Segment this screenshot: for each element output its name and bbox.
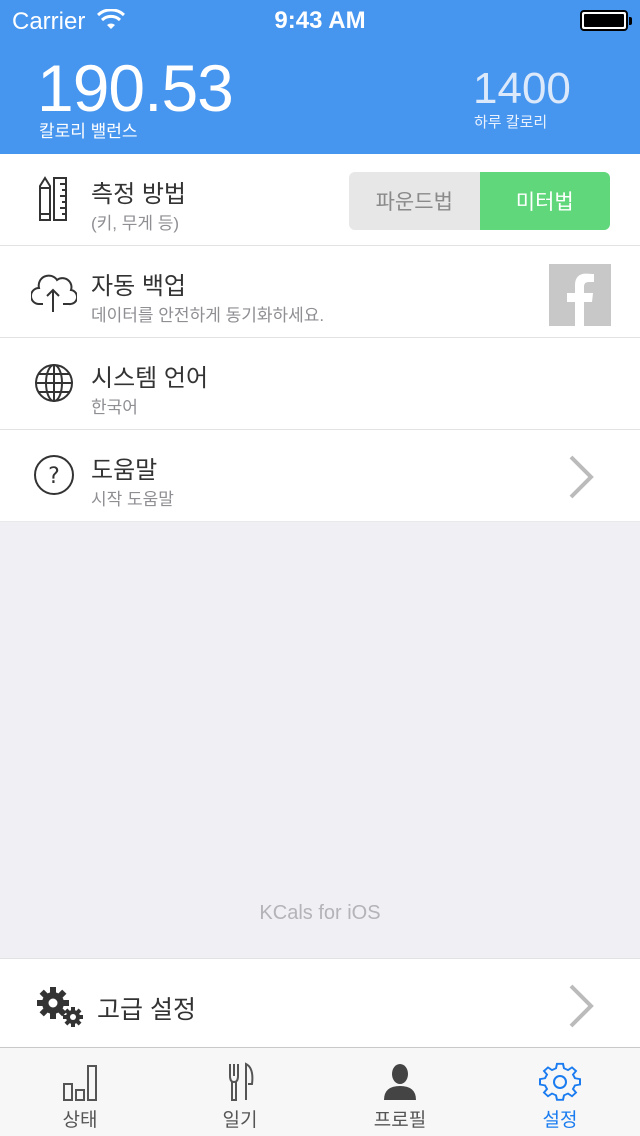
clock: 9:43 AM — [274, 7, 366, 34]
globe-icon — [35, 364, 73, 402]
battery-icon — [580, 10, 632, 31]
advanced-settings-label: 고급 설정 — [97, 996, 196, 1024]
unit-segmented-control: 파운드법 미터법 — [349, 172, 610, 230]
help-title: 도움말 — [91, 457, 158, 484]
metric-segment[interactable]: 미터법 — [479, 172, 610, 230]
status-bar: Carrier 9:43 AM — [0, 0, 640, 40]
help-subtitle: 시작 도움말 — [91, 490, 174, 509]
pound-segment[interactable]: 파운드법 — [349, 172, 480, 230]
measurement-title: 측정 방법 — [91, 181, 186, 208]
advanced-settings-row[interactable]: 고급 설정 — [0, 958, 640, 1048]
svg-text:?: ? — [48, 464, 60, 489]
measurement-row: 측정 방법 (키, 무게 등) 파운드법 미터법 — [0, 154, 640, 246]
calorie-balance-value: 190.53 — [37, 51, 234, 125]
bar-chart-icon — [63, 1065, 97, 1101]
tab-status[interactable]: 상태 — [0, 1048, 160, 1136]
chevron-right-icon — [569, 455, 594, 499]
auto-backup-row[interactable]: 자동 백업 데이터를 안전하게 동기화하세요. — [0, 246, 640, 338]
daily-calorie-value: 1400 — [473, 64, 571, 113]
facebook-button[interactable] — [549, 264, 611, 326]
fork-knife-icon — [229, 1062, 254, 1101]
auto-backup-subtitle: 데이터를 안전하게 동기화하세요. — [91, 306, 325, 325]
tab-bar: 상태 일기 프로필 설정 — [0, 1047, 640, 1136]
calorie-balance-label: 칼로리 밸런스 — [39, 122, 138, 141]
person-icon — [384, 1064, 416, 1100]
settings-list: 측정 방법 (키, 무게 등) 파운드법 미터법 자동 백업 데이터를 안전하게… — [0, 154, 640, 522]
gears-icon — [37, 987, 83, 1027]
measurement-subtitle: (키, 무게 등) — [91, 214, 180, 233]
help-row[interactable]: ? 도움말 시작 도움말 — [0, 430, 640, 522]
system-language-subtitle: 한국어 — [91, 398, 138, 417]
tab-settings-label: 설정 — [542, 1110, 578, 1131]
question-icon: ? — [34, 455, 74, 495]
daily-calorie-label: 하루 칼로리 — [474, 114, 548, 131]
app-footer-text: KCals for iOS — [259, 902, 381, 924]
tab-settings[interactable]: 설정 — [480, 1048, 640, 1136]
ruler-pencil-icon — [39, 176, 67, 221]
tab-profile-label: 프로필 — [373, 1110, 427, 1131]
facebook-icon — [567, 273, 594, 326]
tab-diary-label: 일기 — [222, 1110, 258, 1131]
tab-profile[interactable]: 프로필 — [320, 1048, 480, 1136]
tab-status-label: 상태 — [62, 1110, 98, 1131]
gear-icon — [539, 1062, 581, 1101]
cloud-upload-icon — [31, 274, 77, 312]
header: Carrier 9:43 AM 190.53 칼로리 밸런스 1400 하루 칼… — [0, 0, 640, 154]
system-language-title: 시스템 언어 — [91, 365, 209, 392]
tab-diary[interactable]: 일기 — [160, 1048, 320, 1136]
system-language-row[interactable]: 시스템 언어 한국어 — [0, 338, 640, 430]
chevron-right-icon — [569, 984, 594, 1028]
auto-backup-title: 자동 백업 — [91, 273, 186, 300]
